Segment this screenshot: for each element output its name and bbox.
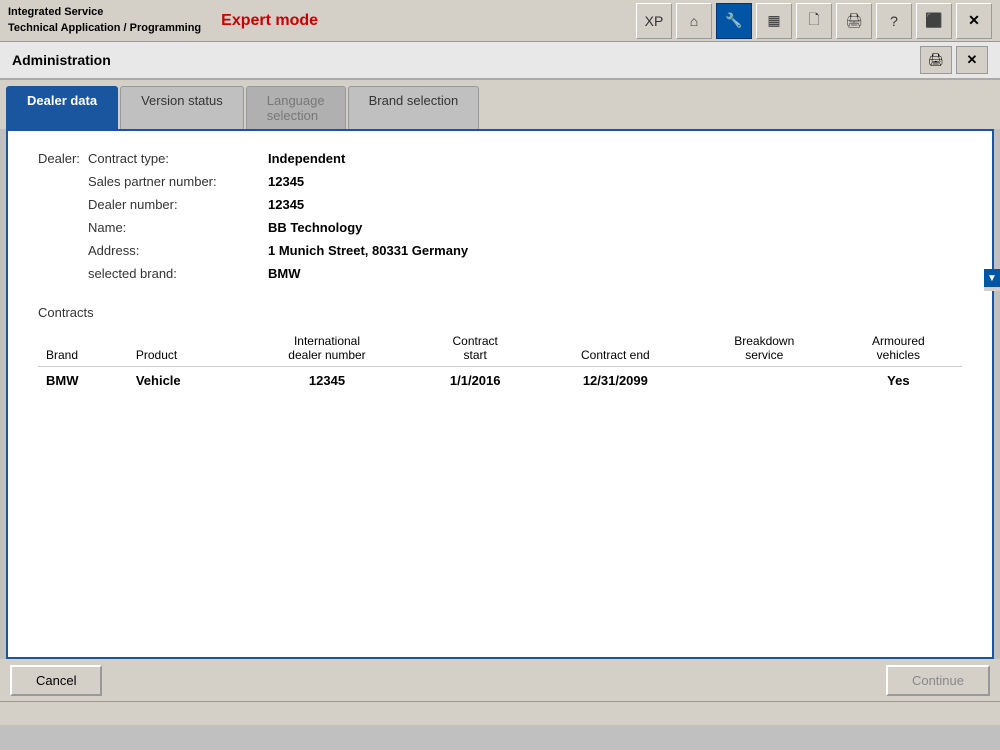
sales-partner-value: 12345 xyxy=(268,174,304,189)
name-label: Name: xyxy=(88,220,268,235)
title-bar: Integrated Service Technical Application… xyxy=(0,0,1000,42)
col-intl-dealer-number: Internationaldealer number xyxy=(241,330,414,367)
continue-button[interactable]: Continue xyxy=(886,665,990,696)
app-title-line1: Integrated Service xyxy=(8,5,201,20)
barcode-button[interactable]: ▦ xyxy=(756,3,792,39)
tabs-row: Dealer data Version status Languageselec… xyxy=(0,80,1000,129)
app-title: Integrated Service Technical Application… xyxy=(8,5,201,36)
bottom-area: Cancel Continue xyxy=(0,659,1000,701)
col-contract-end: Contract end xyxy=(537,330,694,367)
admin-bar: Administration 🖨 ✕ xyxy=(0,42,1000,80)
row-armoured-vehicles: Yes xyxy=(835,367,962,395)
row-intl-dealer-number: 12345 xyxy=(241,367,414,395)
address-value: 1 Munich Street, 80331 Germany xyxy=(268,243,468,258)
row-contract-start: 1/1/2016 xyxy=(414,367,537,395)
toolbar: XP ⌂ 🔧 ▦ 🗋 🖨 ? ⬛ ✕ xyxy=(636,3,992,39)
address-row: Address: 1 Munich Street, 80331 Germany xyxy=(38,243,962,258)
contracts-section: Contracts Brand Product Internationaldea… xyxy=(38,305,962,394)
col-contract-start: Contractstart xyxy=(414,330,537,367)
contracts-title: Contracts xyxy=(38,305,962,320)
app-title-line2: Technical Application / Programming xyxy=(8,21,201,36)
col-armoured-vehicles: Armouredvehicles xyxy=(835,330,962,367)
address-label: Address: xyxy=(88,243,268,258)
dealer-info-section: Dealer: Contract type: Independent Sales… xyxy=(38,151,962,281)
selected-brand-value: BMW xyxy=(268,266,301,281)
dealer-section-header-row: Dealer: Contract type: Independent xyxy=(38,151,962,166)
col-breakdown-service: Breakdownservice xyxy=(694,330,835,367)
dealer-section-label: Dealer: xyxy=(38,151,88,166)
contract-type-label: Contract type: xyxy=(88,151,268,166)
content-wrapper: Dealer: Contract type: Independent Sales… xyxy=(0,129,1000,659)
export-button[interactable]: ⬛ xyxy=(916,3,952,39)
selected-brand-row: selected brand: BMW xyxy=(38,266,962,281)
contract-type-value: Independent xyxy=(268,151,345,166)
col-product: Product xyxy=(128,330,241,367)
print-button[interactable]: 🖨 xyxy=(836,3,872,39)
col-brand: Brand xyxy=(38,330,128,367)
admin-title: Administration xyxy=(12,52,111,68)
contracts-table-header: Brand Product Internationaldealer number… xyxy=(38,330,962,367)
name-row: Name: BB Technology xyxy=(38,220,962,235)
scroll-arrow-button[interactable]: ▼ xyxy=(984,269,1000,287)
status-bar xyxy=(0,701,1000,725)
expert-mode-label: Expert mode xyxy=(221,12,318,30)
name-value: BB Technology xyxy=(268,220,362,235)
xp-button[interactable]: XP xyxy=(636,3,672,39)
sales-partner-row: Sales partner number: 12345 xyxy=(38,174,962,189)
wrench-button[interactable]: 🔧 xyxy=(716,3,752,39)
contracts-table-body: BMW Vehicle 12345 1/1/2016 12/31/2099 Ye… xyxy=(38,367,962,395)
table-row: BMW Vehicle 12345 1/1/2016 12/31/2099 Ye… xyxy=(38,367,962,395)
dealer-number-row: Dealer number: 12345 xyxy=(38,197,962,212)
help-button[interactable]: ? xyxy=(876,3,912,39)
row-brand: BMW xyxy=(38,367,128,395)
dealer-number-label: Dealer number: xyxy=(88,197,268,212)
row-contract-end: 12/31/2099 xyxy=(537,367,694,395)
selected-brand-label: selected brand: xyxy=(88,266,268,281)
language-selection-tab: Languageselection xyxy=(246,86,346,129)
sales-partner-label: Sales partner number: xyxy=(88,174,268,189)
admin-close-button[interactable]: ✕ xyxy=(956,46,988,74)
page-button[interactable]: 🗋 xyxy=(796,3,832,39)
row-product: Vehicle xyxy=(128,367,241,395)
titlebar-close-button[interactable]: ✕ xyxy=(956,3,992,39)
contracts-header-row: Brand Product Internationaldealer number… xyxy=(38,330,962,367)
scroll-hint: ▼ xyxy=(984,269,1000,291)
main-content: Dealer: Contract type: Independent Sales… xyxy=(6,129,994,659)
version-status-tab[interactable]: Version status xyxy=(120,86,244,129)
admin-print-button[interactable]: 🖨 xyxy=(920,46,952,74)
contracts-table: Brand Product Internationaldealer number… xyxy=(38,330,962,394)
home-button[interactable]: ⌂ xyxy=(676,3,712,39)
row-breakdown-service xyxy=(694,367,835,395)
brand-selection-tab[interactable]: Brand selection xyxy=(348,86,480,129)
admin-actions: 🖨 ✕ xyxy=(920,46,988,74)
dealer-data-tab[interactable]: Dealer data xyxy=(6,86,118,129)
cancel-button[interactable]: Cancel xyxy=(10,665,102,696)
dealer-number-value: 12345 xyxy=(268,197,304,212)
